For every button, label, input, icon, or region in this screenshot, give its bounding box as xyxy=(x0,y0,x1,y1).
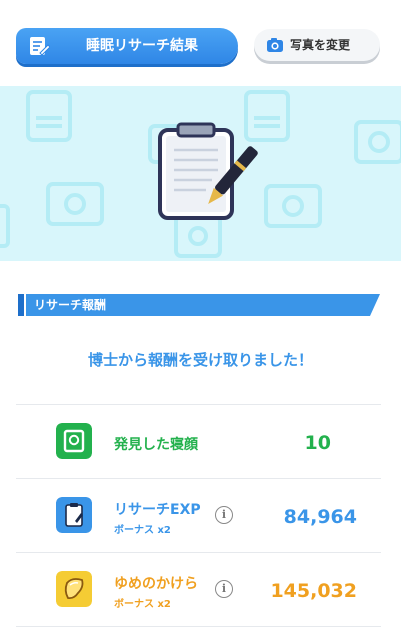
info-icon[interactable]: i xyxy=(215,580,233,598)
reward-row-dream-shards: ゆめのかけら ボーナス x2 i 145,032 xyxy=(16,552,381,627)
reward-name: リサーチEXP xyxy=(114,502,201,518)
research-clipboard-icon xyxy=(56,497,92,533)
title-tab: 睡眠リサーチ結果 xyxy=(16,28,238,64)
section-title: リサーチ報酬 xyxy=(34,298,107,312)
info-icon[interactable]: i xyxy=(215,506,233,524)
dream-shard-icon xyxy=(56,571,92,607)
reward-value: 10 xyxy=(304,432,331,454)
reward-name: ゆめのかけら xyxy=(114,576,198,592)
reward-bonus: ボーナス x2 xyxy=(114,599,171,610)
header: 睡眠リサーチ結果 写真を変更 xyxy=(0,0,401,86)
reward-message: 博士から報酬を受け取りました！ xyxy=(87,351,313,369)
change-photo-label: 写真を変更 xyxy=(290,38,351,52)
clipboard-pen-icon xyxy=(158,122,258,220)
result-banner xyxy=(0,86,401,261)
reward-name: 発見した寝顔 xyxy=(114,437,198,453)
notepad-icon xyxy=(30,37,50,56)
sleep-face-card-icon xyxy=(56,423,92,459)
page-title: 睡眠リサーチ結果 xyxy=(86,38,198,54)
row-divider xyxy=(16,626,381,627)
reward-row-research-exp: リサーチEXP ボーナス x2 i 84,964 xyxy=(16,478,381,553)
change-photo-button[interactable]: 写真を変更 xyxy=(254,29,380,61)
reward-value: 145,032 xyxy=(270,580,357,602)
reward-bonus: ボーナス x2 xyxy=(114,525,171,536)
camera-icon xyxy=(267,38,283,52)
reward-value: 84,964 xyxy=(283,506,357,528)
reward-row-sleep-faces: 発見した寝顔 10 xyxy=(16,404,381,479)
